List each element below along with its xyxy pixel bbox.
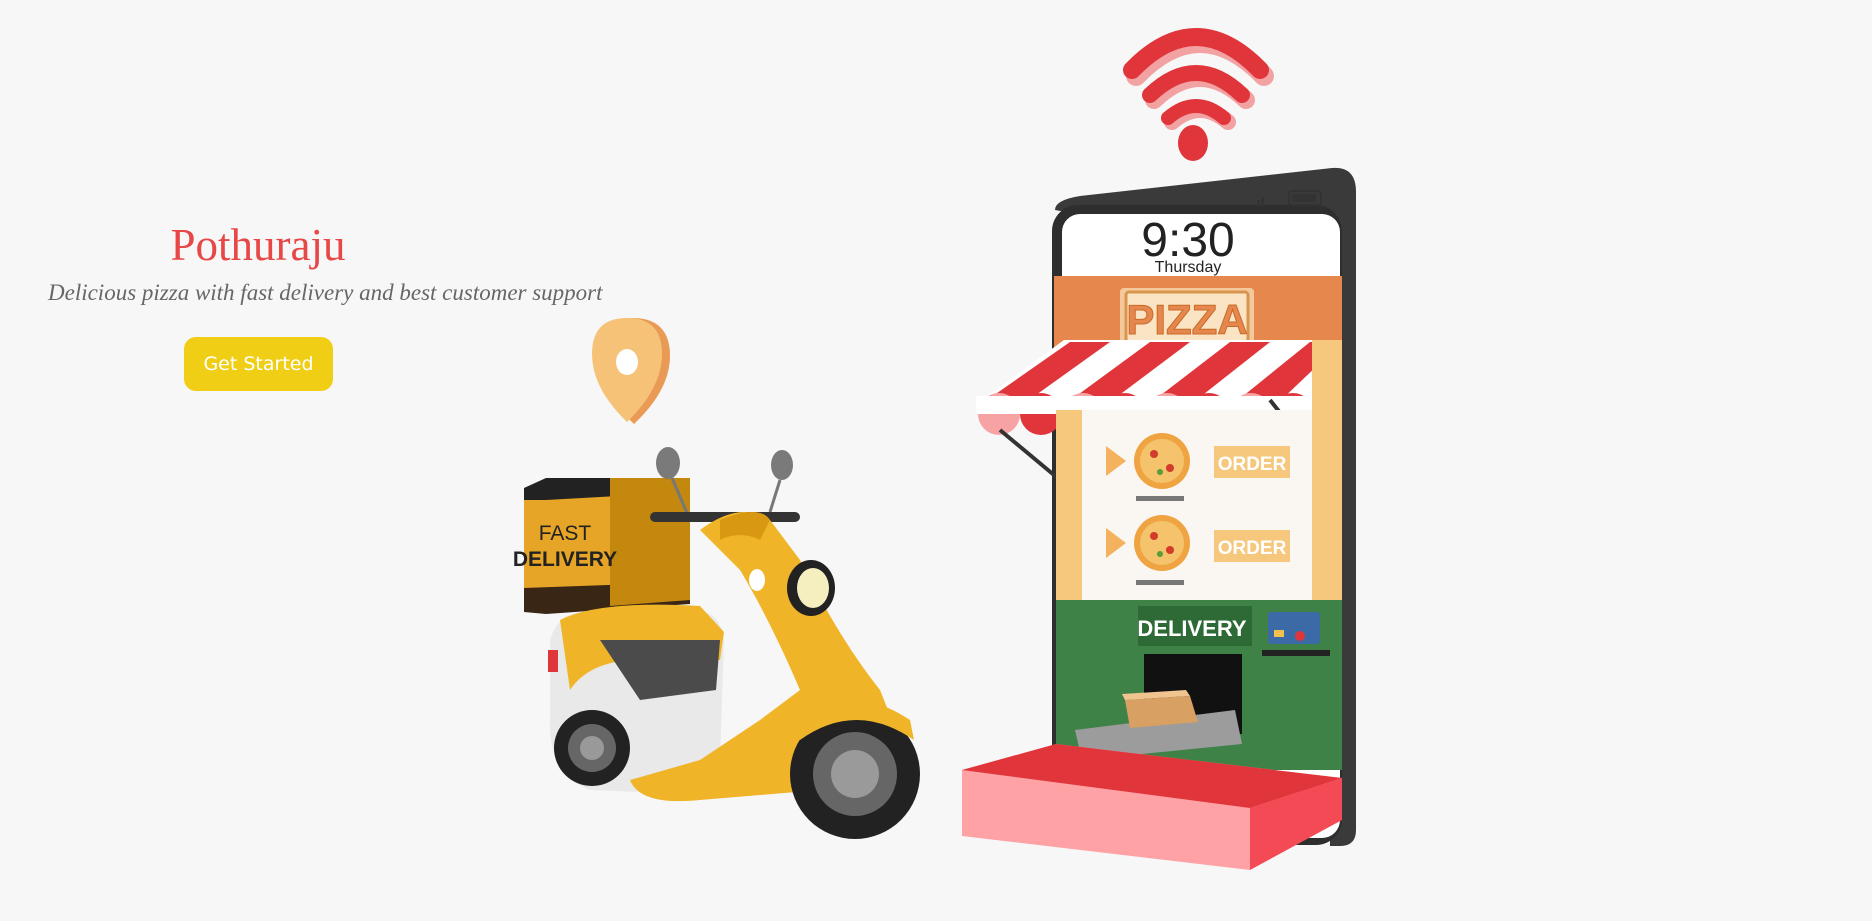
- scooter-illustration: FAST DELIVERY: [513, 447, 920, 839]
- location-pin-icon: [592, 318, 670, 424]
- order-label-1: ORDER: [1218, 454, 1287, 475]
- phone-shop: 9:30 Thursday PIZZA ORDER ORDER DELIVERY: [962, 167, 1356, 870]
- get-started-button[interactable]: Get Started: [184, 337, 333, 391]
- order-label-2: ORDER: [1218, 538, 1287, 559]
- wifi-icon: [1123, 28, 1274, 161]
- phone-day: Thursday: [1155, 259, 1222, 276]
- pizza-delivery-illustration: 9:30 Thursday PIZZA ORDER ORDER DELIVERY…: [513, 28, 1356, 870]
- hero-subtitle: Delicious pizza with fast delivery and b…: [48, 280, 603, 305]
- pizza-sign: PIZZA: [1126, 296, 1247, 343]
- landing-page: 9:30 Thursday PIZZA ORDER ORDER DELIVERY…: [0, 0, 1872, 921]
- box-label-delivery: DELIVERY: [513, 548, 617, 571]
- delivery-sign: DELIVERY: [1137, 616, 1247, 641]
- box-label-fast: FAST: [539, 522, 592, 545]
- page-title: Pothuraju: [170, 220, 346, 270]
